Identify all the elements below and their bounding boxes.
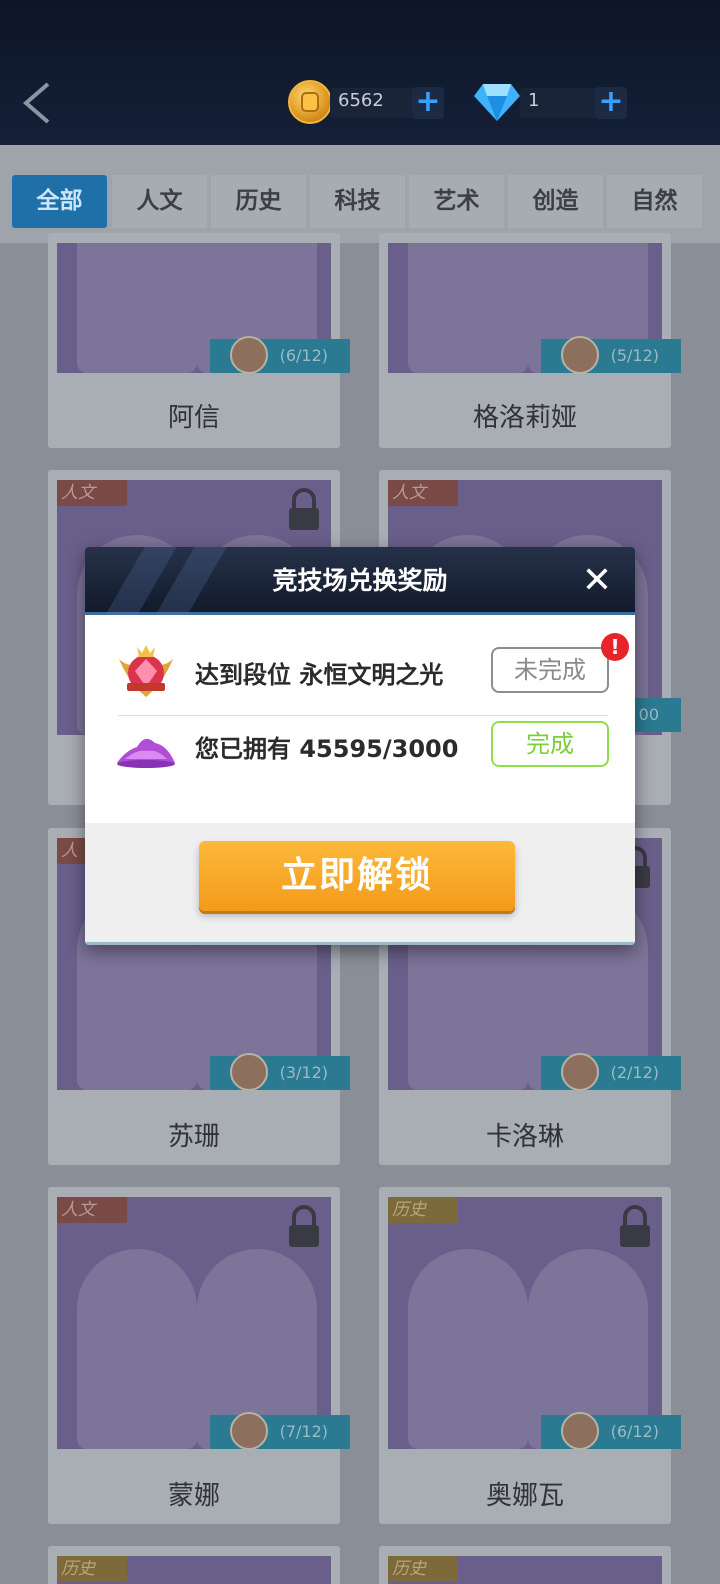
requirement-rank-text: 达到段位 永恒文明之光: [195, 661, 444, 689]
status-incomplete-badge: 未完成: [491, 647, 609, 693]
status-complete-badge: 完成: [491, 721, 609, 767]
powder-pile-icon: [117, 738, 175, 768]
dialog-title: 竞技场兑换奖励: [272, 566, 448, 595]
divider: [118, 715, 608, 716]
unlock-now-button[interactable]: 立即解锁: [199, 841, 515, 911]
dialog-header: 竞技场兑换奖励 ✕: [85, 547, 635, 615]
requirements-list: 达到段位 永恒文明之光 未完成 您已拥有 45595/3000 完成: [85, 615, 635, 823]
close-icon[interactable]: ✕: [577, 561, 617, 601]
rank-badge-icon: [119, 645, 173, 697]
alert-icon: !: [601, 633, 629, 661]
reward-dialog: 竞技场兑换奖励 ✕ 达到段位 永恒文明之光 未完成 您已拥有 45595/300…: [85, 547, 635, 945]
requirement-owned-text: 您已拥有 45595/3000: [195, 735, 459, 763]
